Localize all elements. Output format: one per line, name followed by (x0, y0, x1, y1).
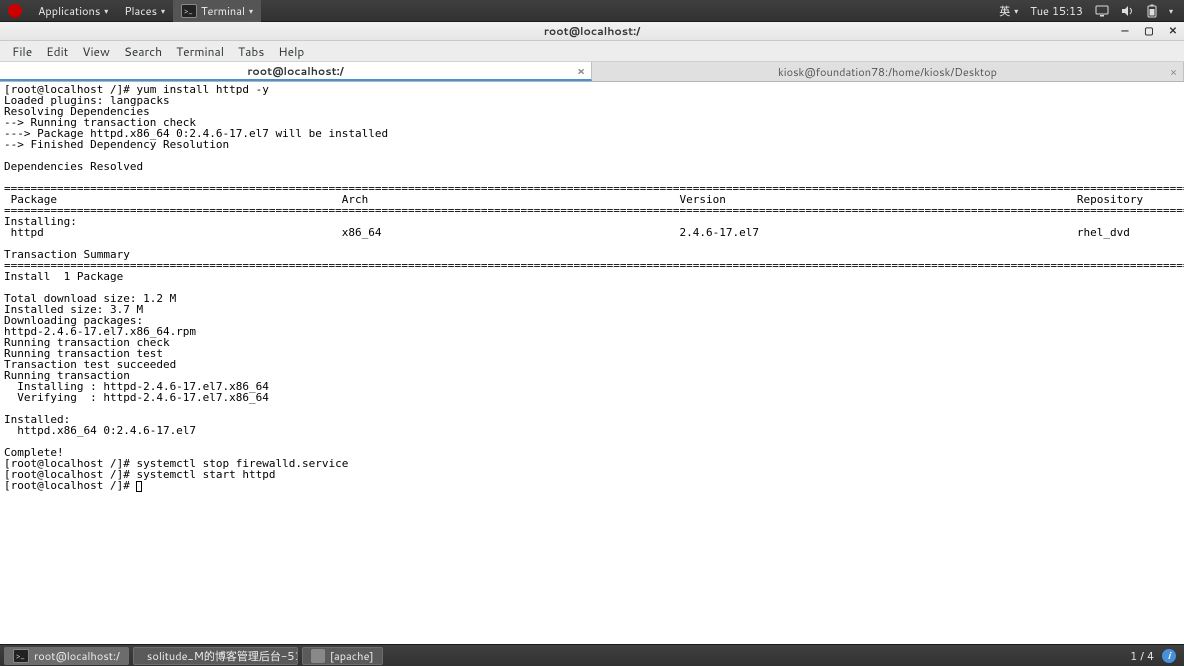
redhat-icon (8, 4, 22, 18)
task-terminal[interactable]: root@localhost:/ (4, 647, 129, 665)
menu-edit[interactable]: Edit (40, 41, 74, 62)
applications-label: Applications (38, 3, 100, 19)
menu-view[interactable]: View (76, 41, 116, 62)
tab-close-icon[interactable]: × (1170, 64, 1177, 80)
minimize-button[interactable]: — (1118, 24, 1132, 38)
tab-kiosk-foundation[interactable]: kiosk@foundation78:/home/kiosk/Desktop × (592, 62, 1184, 81)
menu-tabs[interactable]: Tabs (232, 41, 270, 62)
task-label: root@localhost:/ (34, 648, 120, 664)
chevron-down-icon: ▾ (1014, 5, 1018, 17)
menu-terminal[interactable]: Terminal (170, 41, 230, 62)
task-apache[interactable]: [apache] (302, 647, 383, 665)
chevron-down-icon: ▾ (104, 5, 108, 17)
places-label: Places (124, 3, 157, 19)
screen-icon[interactable] (1090, 0, 1114, 22)
volume-icon[interactable] (1116, 0, 1140, 22)
task-firefox[interactable]: solitude_M的博客管理后台-51CT... (133, 647, 298, 665)
info-icon[interactable]: i (1162, 649, 1176, 663)
terminal-icon (13, 649, 29, 663)
gnome-bottom-panel: root@localhost:/ solitude_M的博客管理后台-51CT.… (0, 644, 1184, 666)
terminal-output[interactable]: [root@localhost /]# yum install httpd -y… (0, 82, 1184, 644)
terminal-cursor (136, 481, 142, 492)
task-label: solitude_M的博客管理后台-51CT... (147, 648, 298, 664)
menu-file[interactable]: File (6, 41, 38, 62)
terminal-window: root@localhost:/ — ▢ ✕ File Edit View Se… (0, 22, 1184, 644)
system-menu[interactable]: ▾ (1164, 0, 1178, 22)
places-menu[interactable]: Places ▾ (116, 0, 173, 22)
window-title: root@localhost:/ (544, 23, 640, 39)
datetime-label: Tue 15:13 (1030, 3, 1083, 19)
input-method-indicator[interactable]: 英 ▾ (994, 0, 1023, 22)
close-button[interactable]: ✕ (1166, 24, 1180, 38)
tab-root-localhost[interactable]: root@localhost:/ × (0, 62, 592, 81)
maximize-button[interactable]: ▢ (1142, 24, 1156, 38)
activities-logo[interactable] (0, 0, 30, 22)
chevron-down-icon: ▾ (249, 5, 253, 17)
chevron-down-icon: ▾ (1169, 5, 1173, 17)
folder-icon (311, 649, 325, 663)
app-menu-terminal[interactable]: Terminal ▾ (173, 0, 261, 22)
menu-help[interactable]: Help (272, 41, 310, 62)
terminal-icon (181, 4, 197, 18)
app-menu-label: Terminal (201, 3, 245, 19)
task-label: [apache] (330, 648, 374, 664)
tab-label: root@localhost:/ (247, 63, 343, 79)
battery-icon[interactable] (1142, 0, 1162, 22)
clock[interactable]: Tue 15:13 (1025, 0, 1088, 22)
chevron-down-icon: ▾ (161, 5, 165, 17)
tab-label: kiosk@foundation78:/home/kiosk/Desktop (778, 64, 997, 80)
window-titlebar[interactable]: root@localhost:/ — ▢ ✕ (0, 22, 1184, 41)
workspace-indicator[interactable]: 1 / 4 (1130, 648, 1154, 664)
gnome-top-panel: Applications ▾ Places ▾ Terminal ▾ 英 ▾ T… (0, 0, 1184, 22)
tab-close-icon[interactable]: × (577, 63, 585, 79)
terminal-menubar: File Edit View Search Terminal Tabs Help (0, 41, 1184, 62)
menu-search[interactable]: Search (118, 41, 168, 62)
applications-menu[interactable]: Applications ▾ (30, 0, 116, 22)
terminal-tabbar: root@localhost:/ × kiosk@foundation78:/h… (0, 62, 1184, 82)
ime-label: 英 (999, 3, 1010, 19)
